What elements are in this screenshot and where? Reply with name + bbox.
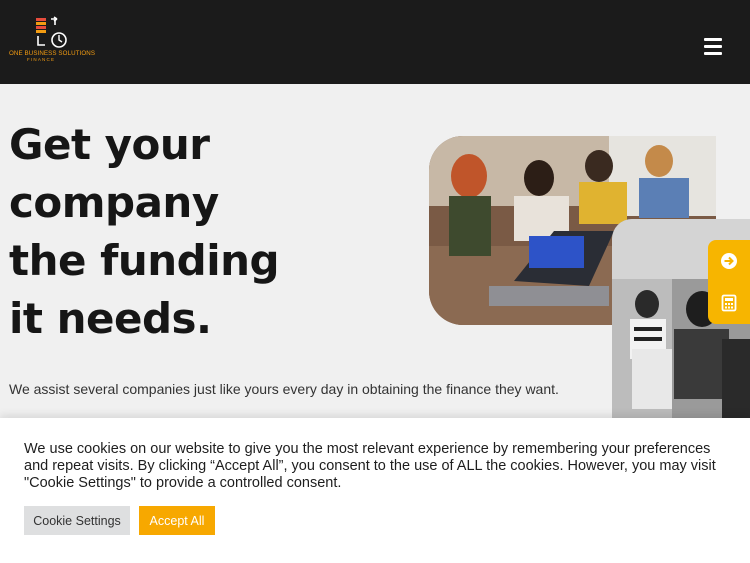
logo-icon [36, 16, 67, 48]
logo-text: ONE BUSINESS SOLUTIONS [9, 50, 96, 57]
accept-all-button[interactable]: Accept All [139, 506, 215, 535]
hero-subtitle: We assist several companies just like yo… [9, 381, 559, 397]
site-header: ONE BUSINESS SOLUTIONS FINANCE [0, 0, 750, 84]
cookie-consent-banner: We use cookies on our website to give yo… [0, 418, 750, 563]
hamburger-menu-icon[interactable] [700, 36, 724, 56]
cookie-settings-button[interactable]: Cookie Settings [24, 506, 130, 535]
arrow-right-circle-icon[interactable] [720, 252, 738, 270]
site-logo[interactable]: ONE BUSINESS SOLUTIONS FINANCE [9, 16, 96, 66]
side-action-tab [708, 240, 750, 324]
logo-subtext: FINANCE [27, 57, 56, 62]
calculator-icon[interactable] [720, 294, 738, 312]
hero-title: Get your company the funding it needs. [9, 120, 280, 343]
cookie-consent-text: We use cookies on our website to give yo… [24, 441, 716, 491]
